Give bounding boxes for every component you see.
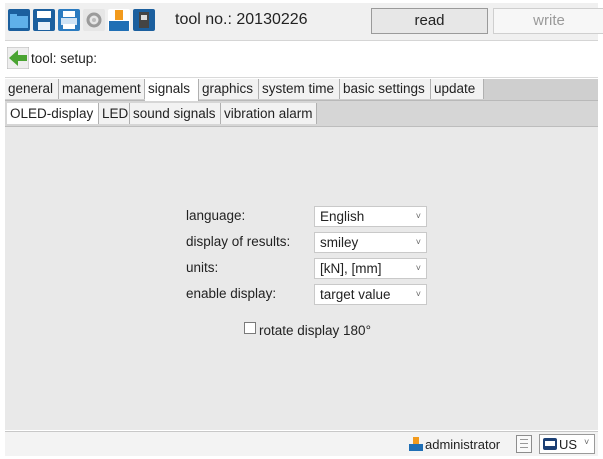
units-label: units: xyxy=(186,260,219,275)
tool-number: tool no.: 20130226 xyxy=(175,11,308,28)
units-select[interactable]: [kN], [mm] ˅ xyxy=(314,258,427,279)
display-results-value: smiley xyxy=(320,235,359,250)
gear-icon[interactable] xyxy=(83,9,105,31)
display-results-select[interactable]: smiley ˅ xyxy=(314,232,427,253)
language-select[interactable]: English ˅ xyxy=(314,206,427,227)
enable-display-value: target value xyxy=(320,287,391,302)
language-code: US xyxy=(559,437,578,452)
print-icon[interactable] xyxy=(58,9,80,31)
tab-sound-signals[interactable]: sound signals xyxy=(130,103,221,124)
chevron-down-icon: ˅ xyxy=(415,211,421,221)
rotate-display-option: rotate display 180° xyxy=(244,322,371,338)
user-icon[interactable] xyxy=(108,9,130,31)
breadcrumb-text: tool: setup: xyxy=(31,51,98,66)
save-icon[interactable] xyxy=(33,9,55,31)
folder-icon[interactable] xyxy=(8,9,30,31)
tab-system-time[interactable]: system time xyxy=(259,79,340,99)
status-bar: administrator US ˅ xyxy=(5,431,598,456)
rotate-display-label: rotate display 180° xyxy=(259,323,371,338)
user-name: administrator xyxy=(425,437,501,452)
chevron-down-icon: ˅ xyxy=(415,289,421,299)
tab-oled-display[interactable]: OLED-display xyxy=(7,103,99,124)
main-tab-bar: general management signals graphics syst… xyxy=(5,79,598,101)
language-label: language: xyxy=(186,208,246,223)
write-button[interactable]: write xyxy=(493,8,603,34)
tab-graphics[interactable]: graphics xyxy=(199,79,259,99)
tab-update[interactable]: update xyxy=(431,79,484,99)
document-icon[interactable] xyxy=(516,435,532,453)
tab-general[interactable]: general xyxy=(5,79,59,99)
keyboard-language-select[interactable]: US ˅ xyxy=(539,434,595,454)
user-icon xyxy=(409,437,423,451)
display-results-label: display of results: xyxy=(186,234,291,249)
keyboard-icon xyxy=(543,438,557,450)
breadcrumb: tool: setup: xyxy=(5,41,598,78)
tab-management[interactable]: management xyxy=(59,79,145,99)
units-value: [kN], [mm] xyxy=(320,261,382,276)
language-value: English xyxy=(320,209,365,224)
tab-basic-settings[interactable]: basic settings xyxy=(340,79,431,99)
tab-vibration-alarm[interactable]: vibration alarm xyxy=(221,103,317,124)
toolbar: tool no.: 20130226 read write xyxy=(5,3,603,41)
tab-led[interactable]: LED xyxy=(99,103,130,124)
app-window: tool no.: 20130226 read write tool: setu… xyxy=(5,3,603,456)
tab-signals[interactable]: signals xyxy=(145,79,199,101)
rotate-display-checkbox[interactable] xyxy=(244,322,256,334)
enable-display-label: enable display: xyxy=(186,286,277,301)
sub-tab-bar: OLED-display LED sound signals vibration… xyxy=(5,101,598,127)
device-icon[interactable] xyxy=(133,9,155,31)
chevron-down-icon: ˅ xyxy=(415,263,421,273)
read-button[interactable]: read xyxy=(371,8,488,34)
chevron-down-icon: ˅ xyxy=(584,437,590,447)
enable-display-select[interactable]: target value ˅ xyxy=(314,284,427,305)
settings-panel: language: English ˅ display of results: … xyxy=(5,127,598,430)
chevron-down-icon: ˅ xyxy=(415,237,421,247)
back-arrow-icon[interactable] xyxy=(7,47,29,69)
